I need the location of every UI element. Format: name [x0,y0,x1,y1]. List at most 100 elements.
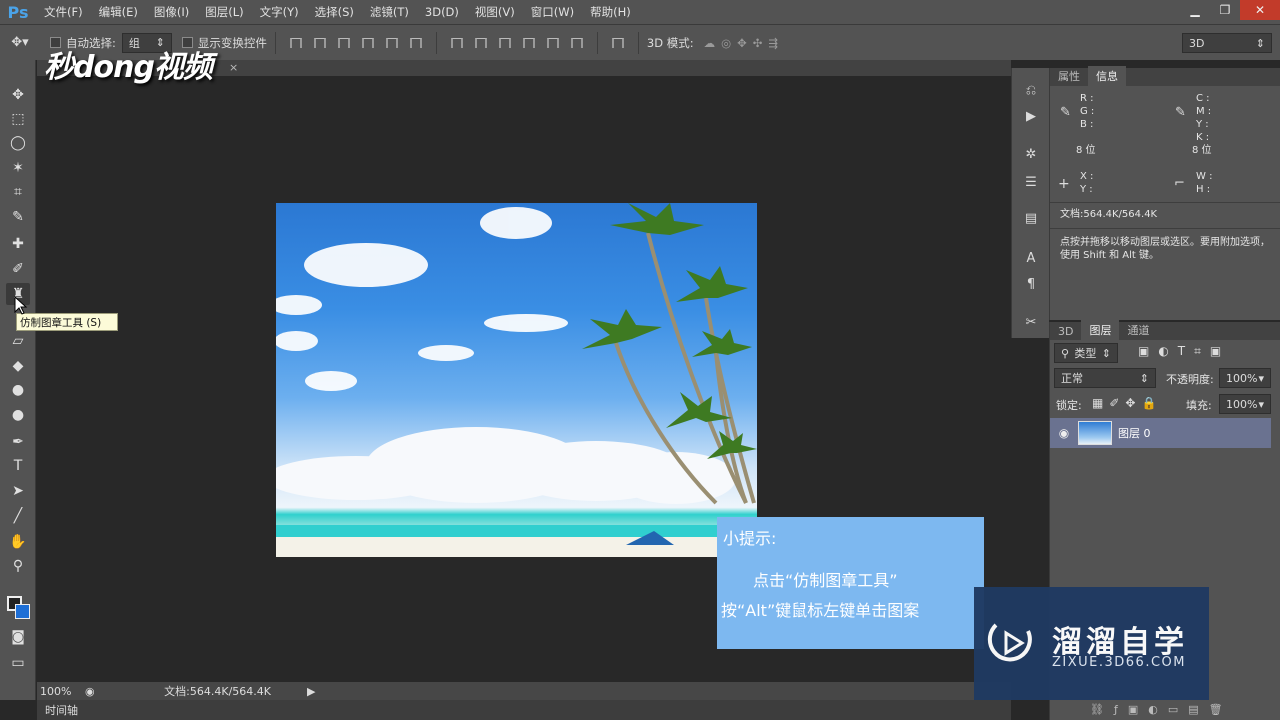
move-tool-preset-icon[interactable]: ✥▾ [0,35,40,50]
align-hcenter-icon[interactable] [382,35,402,51]
opacity-value: 100% [1226,371,1258,385]
clone-source-icon[interactable]: ▤ [1021,208,1041,228]
selection-size-icon: ⌐ [1174,176,1185,191]
restore-icon[interactable]: ❐ [1210,0,1240,20]
layer-actions-icons[interactable]: ⛓ƒ▣◐▭▤🗑 [1090,703,1233,716]
history-icon[interactable]: ⎌ [1021,80,1041,100]
pen-tool-icon[interactable]: ✒ [6,431,30,453]
layer-filter-dropdown[interactable]: ⚲ 类型 ⇕ [1054,343,1118,363]
dodge-tool-icon[interactable]: ● [6,404,30,426]
xy-readout: X : Y : [1080,171,1094,195]
zoom-level[interactable]: 100% [37,685,85,698]
crop-tool-icon[interactable]: ⌗ [6,181,30,203]
fill-field[interactable]: 100% ▾ [1219,394,1271,414]
line-tool-icon[interactable]: ╱ [6,505,30,527]
actions-play-icon[interactable]: ▶ [1021,106,1041,126]
blur-tool-icon[interactable]: ● [6,379,30,401]
3d-mode-icons[interactable]: ☁◎✥✣⇶ [704,36,784,50]
lock-label: 锁定: [1056,399,1082,412]
marquee-tool-icon[interactable]: ⬚ [6,108,30,130]
tip-title: 小提示: [723,529,777,548]
align-vcenter-icon[interactable] [310,35,330,51]
menu-select[interactable]: 选择(S) [307,4,362,20]
brush-tool-icon[interactable]: ✐ [6,258,30,280]
rgb-eyedropper-icon[interactable]: ✎ [1060,105,1071,120]
paragraph-icon[interactable]: ¶ [1021,274,1041,294]
quick-mask-icon[interactable]: ◙ [6,626,30,648]
eyedropper-icon[interactable]: ✎ [6,206,30,228]
status-menu-arrow-icon[interactable]: ▶ [307,685,315,698]
menu-filter[interactable]: 滤镜(T) [362,4,417,20]
menu-help[interactable]: 帮助(H) [582,4,639,20]
align-left-icon[interactable] [358,35,378,51]
wh-readout: W : H : [1196,171,1213,195]
tool-presets-icon[interactable]: ✂ [1021,312,1041,332]
color-swatches-icon[interactable] [6,595,30,619]
distribute-hcenter-icon[interactable] [543,35,563,51]
layer-name[interactable]: 图层 0 [1118,425,1151,441]
eraser-icon[interactable]: ▱ [6,330,30,352]
blend-mode-dropdown[interactable]: 正常 ⇕ [1054,368,1156,388]
status-info-icon[interactable]: ◉ [85,685,137,698]
timeline-bar: 时间轴 [37,700,1011,720]
screen-mode-icon[interactable]: ▭ [6,652,30,674]
tab-info[interactable]: 信息 [1088,66,1126,86]
distribute-top-icon[interactable] [447,35,467,51]
menu-file[interactable]: 文件(F) [36,4,91,20]
crosshair-icon: + [1058,176,1070,192]
divider [637,31,639,54]
magic-wand-icon[interactable]: ✶ [6,157,30,179]
brush-presets-icon[interactable]: ✲ [1021,144,1041,164]
cmyk-eyedropper-icon[interactable]: ✎ [1175,105,1186,120]
opacity-label: 不透明度: [1166,373,1214,386]
search-icon: ⚲ [1061,346,1070,360]
divider [274,31,276,54]
tab-layers[interactable]: 图层 [1081,320,1120,340]
minimize-icon[interactable]: ▁ [1180,0,1210,20]
beach-photo[interactable] [276,203,757,557]
align-right-icon[interactable] [406,35,426,51]
close-icon[interactable]: ✕ [1240,0,1280,20]
close-tab-icon[interactable]: × [229,61,238,74]
tab-properties[interactable]: 属性 [1050,66,1088,86]
photoshop-logo: Ps [7,2,29,22]
align-bottom-icon[interactable] [334,35,354,51]
hand-tool-icon[interactable]: ✋ [6,531,30,553]
path-select-icon[interactable]: ➤ [6,480,30,502]
menu-type[interactable]: 文字(Y) [252,4,307,20]
tip-box: 小提示: 点击“仿制图章工具” 按“Alt”键鼠标左键单击图案 [717,517,984,649]
info-doc-size: 文档:564.4K/564.4K [1060,209,1158,220]
menu-window[interactable]: 窗口(W) [523,4,582,20]
distribute-vcenter-icon[interactable] [471,35,491,51]
visibility-eye-icon[interactable]: ◉ [1050,426,1078,440]
lasso-tool-icon[interactable]: ◯ [6,132,30,154]
paint-bucket-icon[interactable]: ◆ [6,355,30,377]
menu-edit[interactable]: 编辑(E) [91,4,146,20]
adjustments-icon[interactable]: ☰ [1021,172,1041,192]
distribute-left-icon[interactable] [519,35,539,51]
distribute-bottom-icon[interactable] [495,35,515,51]
menu-3d[interactable]: 3D(D) [417,5,467,19]
workspace-dropdown[interactable]: 3D ⇕ [1182,33,1272,53]
type-tool-icon[interactable]: T [6,455,30,477]
move-tool-icon[interactable]: ✥ [6,84,30,106]
character-icon[interactable]: A [1021,248,1041,268]
distribute-right-icon[interactable] [567,35,587,51]
align-top-icon[interactable] [286,35,306,51]
panel-icon-strip: ⎌ ▶ ✲ ☰ ▤ A ¶ ✂ [1011,68,1049,338]
dropdown-arrow-icon: ⇕ [1255,36,1265,50]
layer-filter-icons[interactable]: ▣◐T⌗▣ [1138,344,1230,359]
opacity-field[interactable]: 100% ▾ [1219,368,1271,388]
zoom-tool-icon[interactable]: ⚲ [6,555,30,577]
tool-hint-text: 点按并拖移以移动图层或选区。要用附加选项，使用 Shift 和 Alt 键。 [1060,237,1270,261]
timeline-label[interactable]: 时间轴 [45,702,78,718]
tab-3d[interactable]: 3D [1050,323,1081,340]
healing-brush-icon[interactable]: ✚ [6,233,30,255]
layer-row[interactable]: ◉ 图层 0 [1050,418,1271,448]
tab-channels[interactable]: 通道 [1119,320,1157,340]
auto-align-icon[interactable] [608,35,628,51]
menu-layer[interactable]: 图层(L) [197,4,251,20]
lock-options-icons[interactable]: ▦✐✥🔒 [1092,396,1162,410]
menu-view[interactable]: 视图(V) [467,4,523,20]
menu-image[interactable]: 图像(I) [146,4,197,20]
